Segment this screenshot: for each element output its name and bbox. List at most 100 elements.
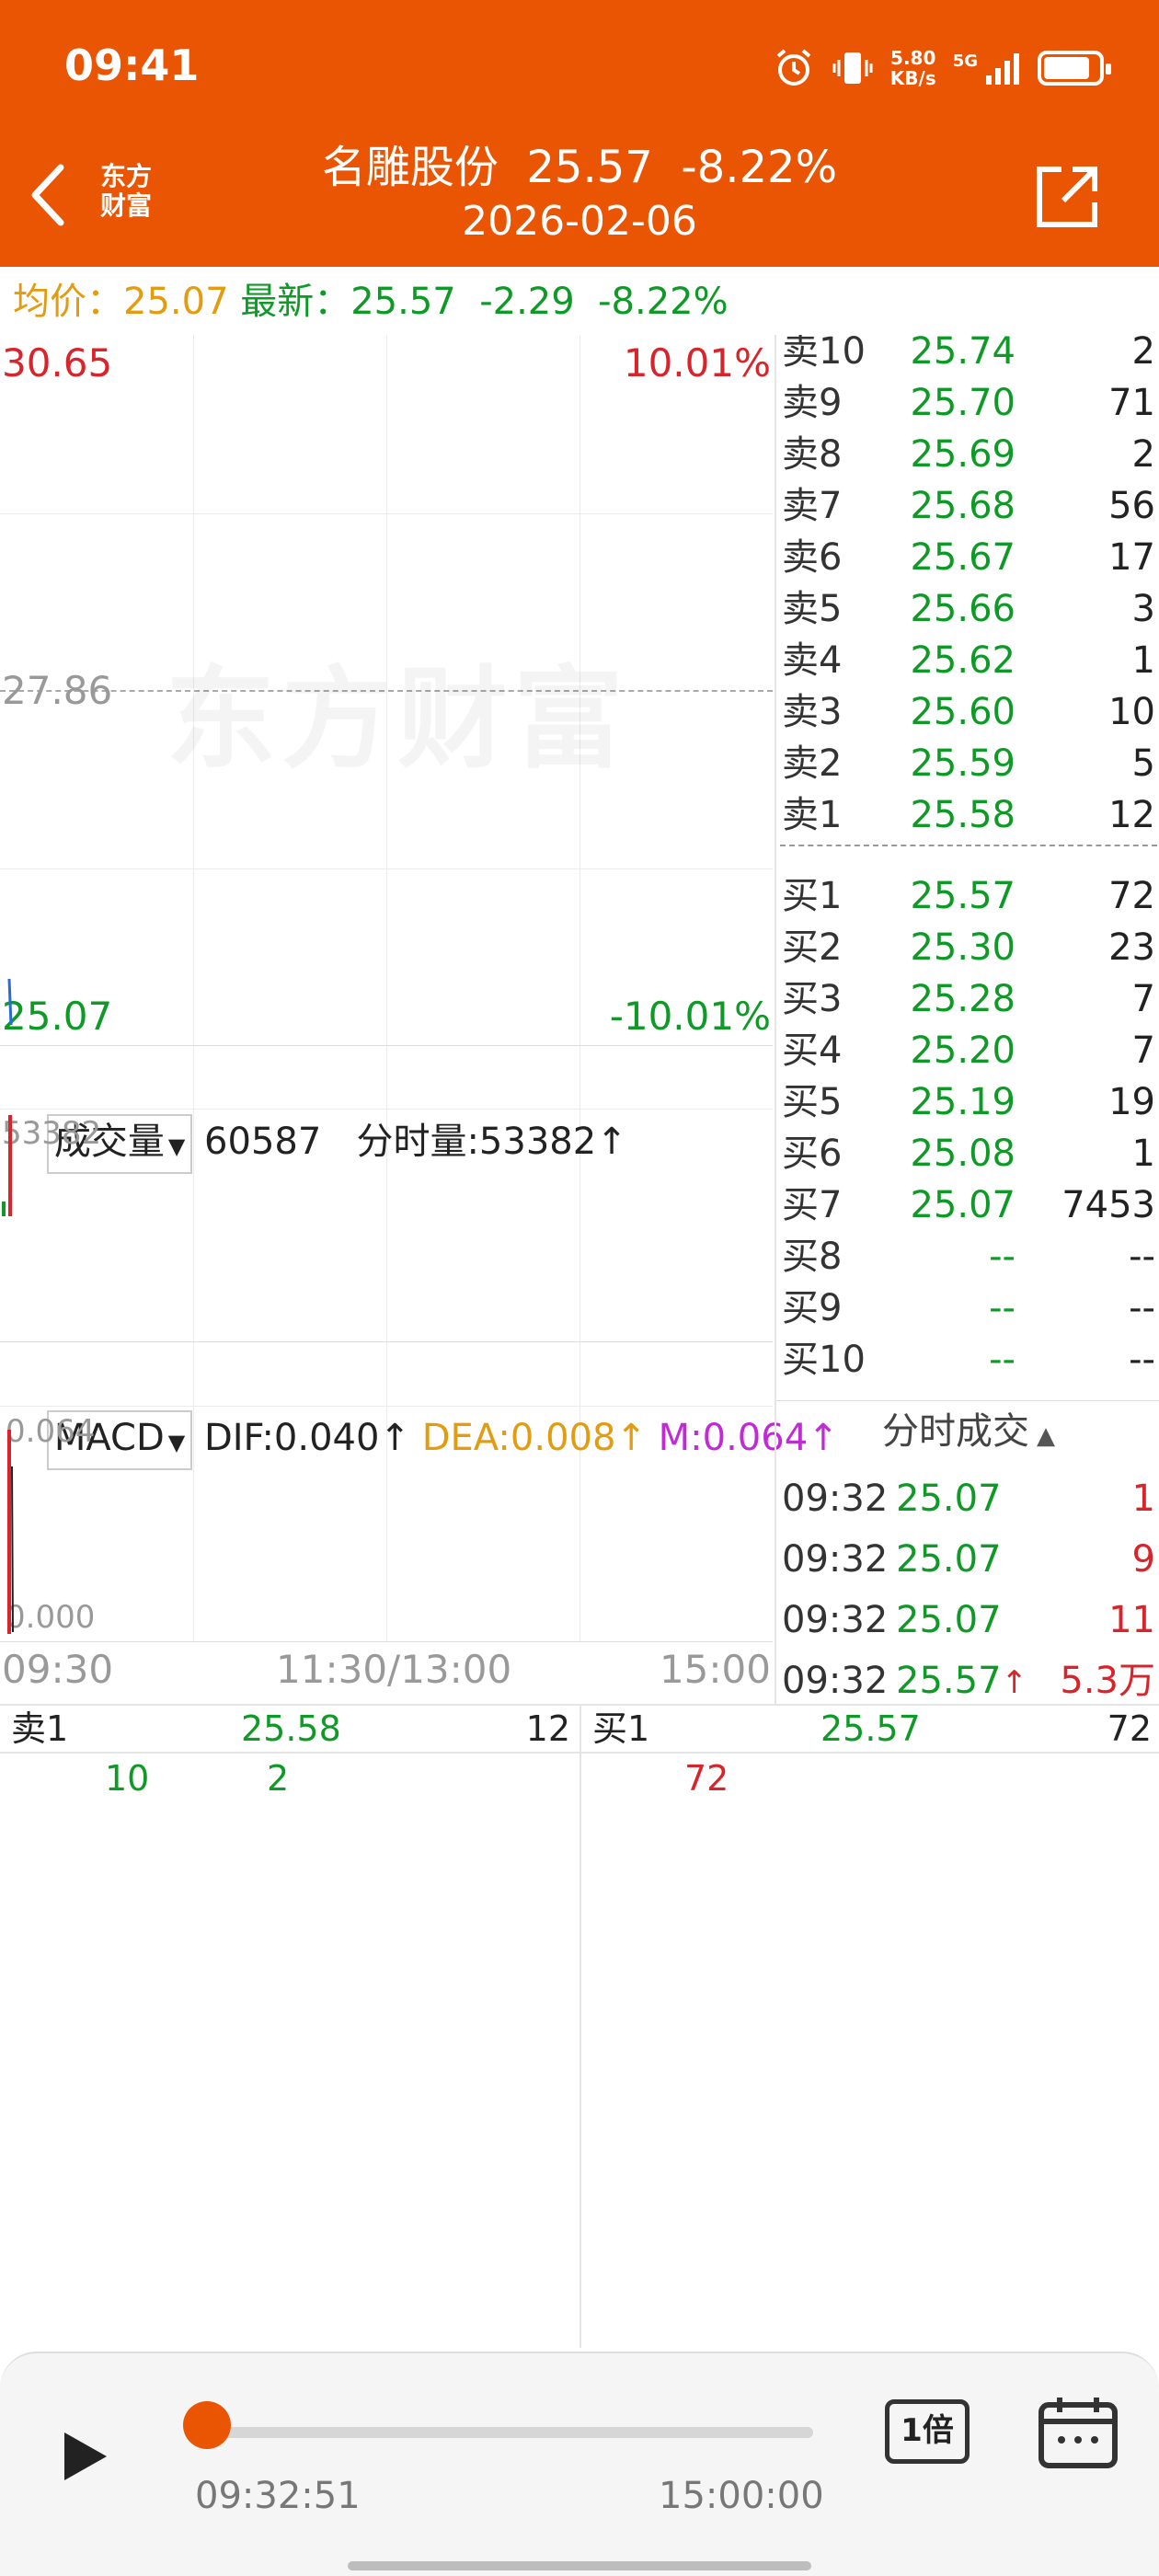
ask-price: 25.74 (910, 335, 1016, 373)
ask-price: 25.70 (910, 382, 1016, 424)
avg-price-label: 均价： (13, 281, 123, 323)
bid-volume: 7 (1131, 1029, 1155, 1072)
bid-row: 买4 25.20 7 (776, 1025, 1159, 1076)
bid-level: 买5 (782, 1081, 843, 1123)
ask-level: 卖9 (782, 382, 843, 424)
bid-price: 25.57 (910, 875, 1016, 917)
battery-icon (1038, 51, 1111, 86)
bid-row: 买1 25.57 72 (776, 870, 1159, 922)
up-arrow-icon: ↑ (615, 1417, 647, 1459)
playback-bar: 09:32:51 15:00:00 1倍 (0, 2352, 1159, 2576)
bid-level: 买4 (782, 1029, 843, 1072)
tick-price: 25.57↑ (896, 1660, 1028, 1702)
price-change-pct: -8.22% (598, 281, 729, 323)
tick-price: 25.07 (896, 1478, 1002, 1520)
page-title: 名雕股份 25.57 -8.22% (0, 131, 1159, 195)
playback-track[interactable] (201, 2427, 813, 2438)
macd-dif: DIF:0.040 (203, 1417, 380, 1459)
status-icons: 5.80 KB/s 5G (773, 40, 1111, 96)
latest-price-value: 25.57 (350, 281, 456, 323)
bid-volume: 7 (1131, 978, 1155, 1020)
up-arrow-icon: ↑ (1001, 1664, 1028, 1701)
ask-price: 25.69 (910, 433, 1016, 476)
macd-axis-bottom: 0.000 (6, 1599, 96, 1636)
bid-price: -- (989, 1236, 1016, 1278)
volume-total: 60587 (204, 1121, 322, 1163)
bid-price: -- (989, 1287, 1016, 1329)
bid-level: 买10 (782, 1339, 866, 1381)
price-axis-mid: 27.86 (2, 668, 113, 713)
best-ask-label: 卖1 (11, 1708, 69, 1749)
bid-row: 买2 25.30 23 (776, 922, 1159, 973)
order-book-panel[interactable]: 卖10 25.74 2 卖9 25.70 71 卖8 25.69 2 卖7 25.68 56 卖6 25.… (775, 335, 1159, 1704)
tick-row: 09:32 25.07 1 (776, 1468, 1159, 1529)
ask-row: 卖3 25.60 10 (776, 686, 1159, 738)
bid-volume: -- (1129, 1287, 1155, 1329)
tick-price: 25.07 (896, 1538, 1002, 1581)
volume-panel-header: 成交量 ▼ 60587 分时量:53382↑ (0, 1045, 773, 1174)
stock-change-pct: -8.22% (681, 142, 838, 193)
ask-level: 卖1 (782, 794, 843, 836)
tick-time: 09:32 (782, 1478, 889, 1520)
ask-row: 卖2 25.59 5 (776, 738, 1159, 789)
ticks-title: 分时成交 (882, 1410, 1029, 1453)
bid-level: 买7 (782, 1184, 843, 1226)
bid-price: 25.28 (910, 978, 1016, 1020)
bid-level: 买2 (782, 926, 843, 969)
ask-level: 卖8 (782, 433, 843, 476)
bid-level: 买8 (782, 1236, 843, 1278)
best-bid-vol: 72 (1107, 1708, 1152, 1749)
calendar-icon[interactable] (1038, 2396, 1119, 2469)
bid-level: 买1 (782, 875, 843, 917)
dropdown-icon: ▼ (167, 1430, 186, 1455)
ask-price: 25.58 (910, 794, 1016, 836)
up-arrow-icon: ↑ (596, 1121, 627, 1163)
tick-volume: 11 (1108, 1599, 1155, 1641)
tick-row: 09:32 25.07 9 (776, 1529, 1159, 1590)
app-header: 09:41 5.80 KB/s 5G 东方 财富 名雕股份 25.57 -8.2… (0, 0, 1159, 267)
tick-row: 09:32 25.57↑ 5.3万 (776, 1650, 1159, 1704)
macd-axis-top: 0.064 (6, 1413, 96, 1450)
tick-volume: 1 (1131, 1478, 1155, 1520)
chart-watermark: 东方财富 (166, 629, 629, 789)
bid-row: 买3 25.28 7 (776, 973, 1159, 1025)
bid-queue-item: 72 (684, 1758, 729, 1799)
playback-speed-button[interactable]: 1倍 (885, 2399, 970, 2464)
ask-volume: 10 (1108, 691, 1155, 733)
ask-price: 25.60 (910, 691, 1016, 733)
volume-bars (2, 1115, 12, 1216)
bid-row: 买6 25.08 1 (776, 1128, 1159, 1179)
price-change: -2.29 (479, 281, 575, 323)
playback-slider-handle[interactable] (182, 2401, 231, 2449)
home-indicator (348, 2561, 811, 2570)
stock-price: 25.57 (526, 142, 653, 193)
ask-level: 卖2 (782, 742, 843, 785)
play-button[interactable] (57, 2429, 112, 2484)
bid-level: 买3 (782, 978, 843, 1020)
price-axis-high: 30.65 (2, 340, 113, 385)
playback-end-time: 15:00:00 (659, 2475, 824, 2517)
ask-volume: 5 (1131, 742, 1155, 785)
ask-volume: 2 (1131, 335, 1155, 373)
ask-row: 卖7 25.68 56 (776, 480, 1159, 532)
bid-volume: 7453 (1061, 1184, 1155, 1226)
share-icon[interactable] (1030, 160, 1104, 234)
ticks-header[interactable]: 分时成交 ▲ (776, 1402, 1159, 1461)
macd-dea: DEA:0.008 (421, 1417, 616, 1459)
tick-volume: 5.3万 (1060, 1660, 1155, 1702)
bid-price: -- (989, 1339, 1016, 1381)
intraday-chart-area[interactable]: 东方财富 30.65 10.01% 27.86 25.07 -10.01% 成交… (0, 335, 839, 1704)
ask-level: 卖10 (782, 335, 866, 373)
bid-level: 买6 (782, 1133, 843, 1175)
ask-level: 卖3 (782, 691, 843, 733)
ask-volume: 56 (1108, 485, 1155, 527)
ask-volume: 2 (1131, 433, 1155, 476)
ask-level: 卖4 (782, 639, 843, 682)
ask-level: 卖5 (782, 588, 843, 630)
time-axis-end: 15:00 (659, 1647, 771, 1692)
avg-price-value: 25.07 (123, 281, 229, 323)
time-axis-middle: 11:30/13:00 (276, 1647, 512, 1692)
playback-current-time: 09:32:51 (195, 2475, 361, 2517)
best-bid-label: 买1 (592, 1708, 650, 1749)
ask-price: 25.68 (910, 485, 1016, 527)
